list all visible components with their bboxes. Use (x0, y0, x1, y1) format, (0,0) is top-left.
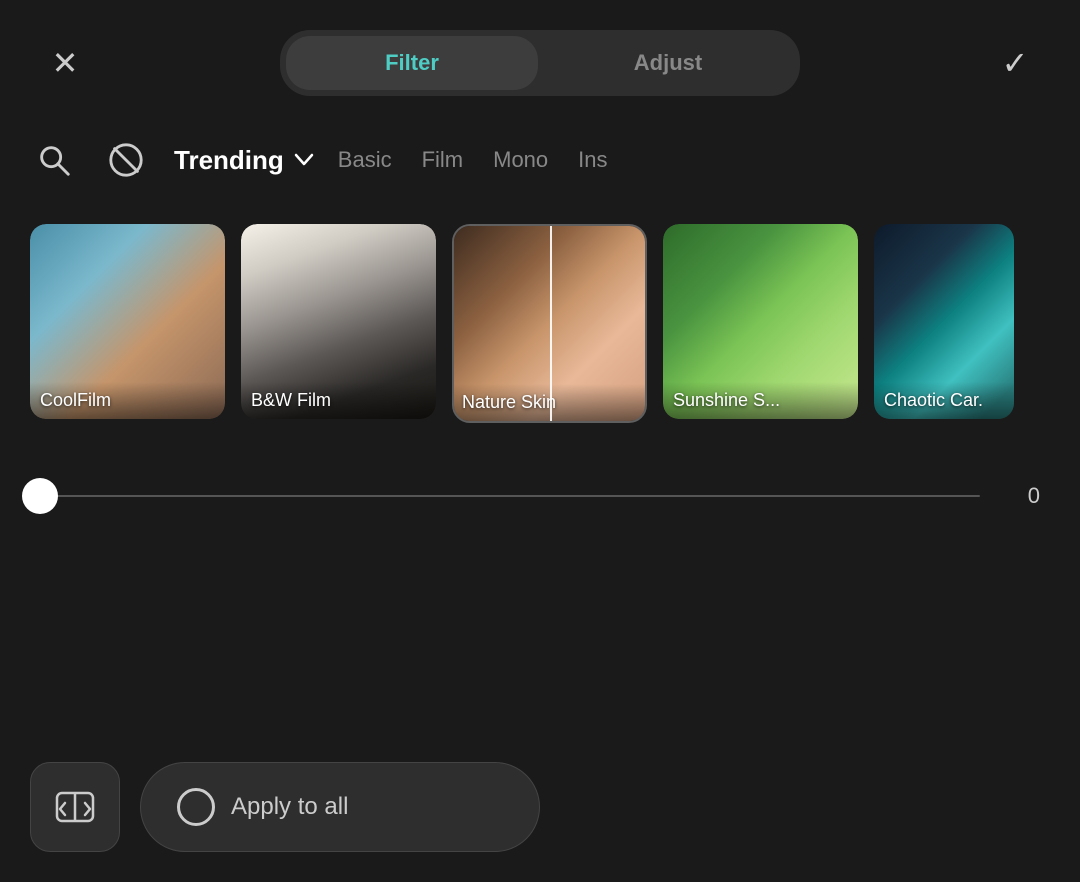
compare-icon (55, 791, 95, 823)
slider-thumb[interactable] (22, 478, 58, 514)
check-icon: ✓ (1002, 44, 1029, 82)
mono-tab[interactable]: Mono (493, 143, 548, 177)
split-line (550, 226, 552, 421)
no-filter-icon (107, 141, 145, 179)
ins-tab[interactable]: Ins (578, 143, 607, 177)
no-filter-button[interactable] (102, 136, 150, 184)
compare-button[interactable] (30, 762, 120, 852)
header: ✕ Filter Adjust ✓ (0, 0, 1080, 116)
chevron-down-icon (294, 153, 314, 167)
search-button[interactable] (30, 136, 78, 184)
filter-item-sunshine[interactable]: Sunshine S... (663, 224, 858, 423)
filter-label-chaotic: Chaotic Car. (874, 382, 1014, 419)
filter-label-coolfilm: CoolFilm (30, 382, 225, 419)
filter-item-bwfilm[interactable]: B&W Film (241, 224, 436, 423)
filter-label-bwfilm: B&W Film (241, 382, 436, 419)
filter-bar: Trending Basic Film Mono Ins (0, 116, 1080, 204)
apply-all-label: Apply to all (231, 793, 348, 821)
filter-thumb-bwfilm: B&W Film (241, 224, 436, 419)
slider-track[interactable] (40, 495, 980, 497)
confirm-button[interactable]: ✓ (990, 38, 1040, 88)
filter-label-sunshine: Sunshine S... (663, 382, 858, 419)
trending-label: Trending (174, 145, 284, 176)
film-tab[interactable]: Film (422, 143, 464, 177)
bottom-bar: Apply to all (0, 742, 1080, 882)
filter-item-coolfilm[interactable]: CoolFilm (30, 224, 225, 423)
trending-dropdown[interactable]: Trending (174, 145, 314, 176)
close-icon: ✕ (52, 47, 79, 79)
filter-item-chaotic[interactable]: Chaotic Car. (874, 224, 1014, 423)
search-icon (35, 141, 73, 179)
filter-item-natureskin[interactable]: Nature Skin (452, 224, 647, 423)
filter-thumb-natureskin: Nature Skin (452, 226, 647, 421)
filter-tab[interactable]: Filter (286, 36, 538, 90)
filter-thumb-chaotic: Chaotic Car. (874, 224, 1014, 419)
filter-thumb-sunshine: Sunshine S... (663, 224, 858, 419)
filters-row: CoolFilm B&W Film Nature Skin Sunshine S… (0, 204, 1080, 443)
slider-value: 0 (1000, 483, 1040, 509)
close-button[interactable]: ✕ (40, 38, 90, 88)
filter-thumb-coolfilm: CoolFilm (30, 224, 225, 419)
slider-container: 0 (40, 483, 1040, 509)
adjust-tab[interactable]: Adjust (542, 36, 794, 90)
apply-all-button[interactable]: Apply to all (140, 762, 540, 852)
apply-circle-icon (177, 788, 215, 826)
tab-switcher: Filter Adjust (280, 30, 800, 96)
basic-tab[interactable]: Basic (338, 143, 392, 177)
category-tabs: Basic Film Mono Ins (338, 143, 608, 177)
slider-section: 0 (0, 443, 1080, 529)
